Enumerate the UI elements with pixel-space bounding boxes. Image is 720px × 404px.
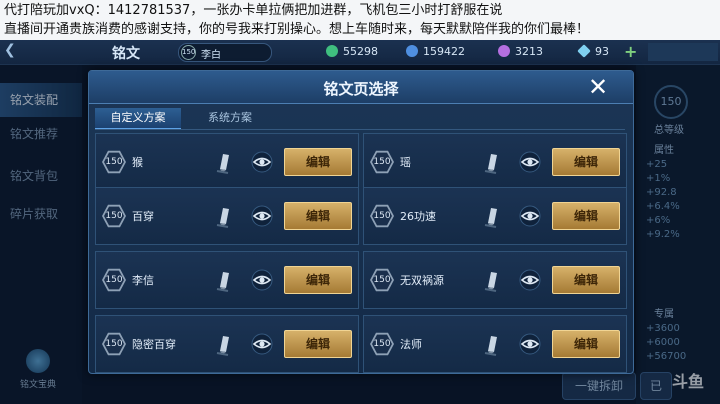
page-title: 铭文 bbox=[112, 46, 140, 62]
edit-button[interactable]: 编辑 bbox=[284, 202, 352, 230]
edit-button[interactable]: 编辑 bbox=[552, 266, 620, 294]
inscription-page-card[interactable]: 150 李信 编辑 bbox=[95, 251, 359, 309]
hero-selector[interactable]: 150 李白 bbox=[178, 43, 272, 62]
hero-level-badge: 150 bbox=[181, 45, 196, 60]
page-name: 隐密百穿 bbox=[132, 338, 176, 351]
stream-banner: 代打陪玩加vxQ：1412781537，一张办卡单拉俩把加进群，飞机包三小时打舒… bbox=[0, 0, 720, 40]
rename-pencil-icon[interactable] bbox=[482, 149, 504, 175]
preview-eye-icon[interactable] bbox=[518, 205, 542, 227]
page-name: 无双祸源 bbox=[400, 274, 444, 287]
currency-diamond: 93 bbox=[577, 44, 609, 58]
page-name: 26功速 bbox=[400, 210, 436, 223]
level-badge: 150 bbox=[102, 150, 126, 174]
tab-custom[interactable]: 自定义方案 bbox=[95, 108, 181, 130]
page-name: 百穿 bbox=[132, 210, 154, 223]
edit-button[interactable]: 编辑 bbox=[552, 148, 620, 176]
green-gem-icon bbox=[326, 45, 338, 57]
dialog-header: 铭文页选择 ✕ bbox=[89, 71, 633, 104]
rename-pencil-icon[interactable] bbox=[482, 267, 504, 293]
tab-divider bbox=[95, 129, 625, 130]
game-top-bar: ❮ 铭文 150 李白 55298 159422 3213 93 + bbox=[0, 40, 720, 65]
currency-green-gem: 55298 bbox=[326, 45, 378, 58]
diamond-icon bbox=[577, 44, 591, 58]
edit-button[interactable]: 编辑 bbox=[552, 330, 620, 358]
dialog-title: 铭文页选择 bbox=[323, 80, 399, 98]
blue-coin-icon bbox=[406, 45, 418, 57]
rename-pencil-icon[interactable] bbox=[214, 149, 236, 175]
close-icon: ✕ bbox=[587, 73, 609, 101]
page-name: 法师 bbox=[400, 338, 422, 351]
back-button[interactable]: ❮ bbox=[4, 42, 64, 62]
preview-eye-icon[interactable] bbox=[250, 333, 274, 355]
topbar-right-area bbox=[648, 43, 718, 61]
back-arrow-icon: ❮ bbox=[4, 42, 16, 58]
preview-eye-icon[interactable] bbox=[518, 333, 542, 355]
purple-crystal-icon bbox=[498, 45, 510, 57]
edit-button[interactable]: 编辑 bbox=[552, 202, 620, 230]
inscription-page-card[interactable]: 150 猴 编辑 bbox=[95, 133, 359, 191]
page-name: 猴 bbox=[132, 156, 143, 169]
level-badge: 150 bbox=[102, 332, 126, 356]
page-name: 瑶 bbox=[400, 156, 411, 169]
currency-purple-crystal: 3213 bbox=[498, 45, 543, 58]
inscription-page-card[interactable]: 150 百穿 编辑 bbox=[95, 187, 359, 245]
inscription-page-card[interactable]: 150 法师 编辑 bbox=[363, 315, 627, 373]
inscription-page-card[interactable]: 150 隐密百穿 编辑 bbox=[95, 315, 359, 373]
level-badge: 150 bbox=[370, 332, 394, 356]
rename-pencil-icon[interactable] bbox=[214, 267, 236, 293]
inscription-page-card[interactable]: 150 无双祸源 编辑 bbox=[363, 251, 627, 309]
rename-pencil-icon[interactable] bbox=[482, 203, 504, 229]
banner-line-2: 直播间开通贵族消费的感谢支持，你的号我来打别操心。想上车随时来，每天默默陪伴我的… bbox=[4, 22, 590, 37]
close-button[interactable]: ✕ bbox=[583, 73, 613, 101]
edit-button[interactable]: 编辑 bbox=[284, 330, 352, 358]
preview-eye-icon[interactable] bbox=[250, 151, 274, 173]
level-badge: 150 bbox=[370, 150, 394, 174]
level-badge: 150 bbox=[370, 204, 394, 228]
inscription-page-card[interactable]: 150 26功速 编辑 bbox=[363, 187, 627, 245]
tab-system[interactable]: 系统方案 bbox=[187, 108, 273, 128]
page-name: 李信 bbox=[132, 274, 154, 287]
banner-line-1: 代打陪玩加vxQ：1412781537，一张办卡单拉俩把加进群，飞机包三小时打舒… bbox=[4, 3, 503, 18]
inscription-page-card[interactable]: 150 瑶 编辑 bbox=[363, 133, 627, 191]
level-badge: 150 bbox=[370, 268, 394, 292]
inscription-page-select-dialog: 铭文页选择 ✕ 自定义方案 系统方案 150 猴 编辑 150 瑶 编辑 150… bbox=[88, 70, 634, 374]
add-currency-plus-icon[interactable]: + bbox=[624, 42, 637, 61]
preview-eye-icon[interactable] bbox=[250, 269, 274, 291]
rename-pencil-icon[interactable] bbox=[214, 331, 236, 357]
preview-eye-icon[interactable] bbox=[518, 151, 542, 173]
edit-button[interactable]: 编辑 bbox=[284, 148, 352, 176]
currency-blue-coin: 159422 bbox=[406, 45, 465, 58]
preview-eye-icon[interactable] bbox=[518, 269, 542, 291]
edit-button[interactable]: 编辑 bbox=[284, 266, 352, 294]
rename-pencil-icon[interactable] bbox=[482, 331, 504, 357]
level-badge: 150 bbox=[102, 204, 126, 228]
level-badge: 150 bbox=[102, 268, 126, 292]
hero-name: 李白 bbox=[201, 50, 221, 61]
rename-pencil-icon[interactable] bbox=[214, 203, 236, 229]
preview-eye-icon[interactable] bbox=[250, 205, 274, 227]
